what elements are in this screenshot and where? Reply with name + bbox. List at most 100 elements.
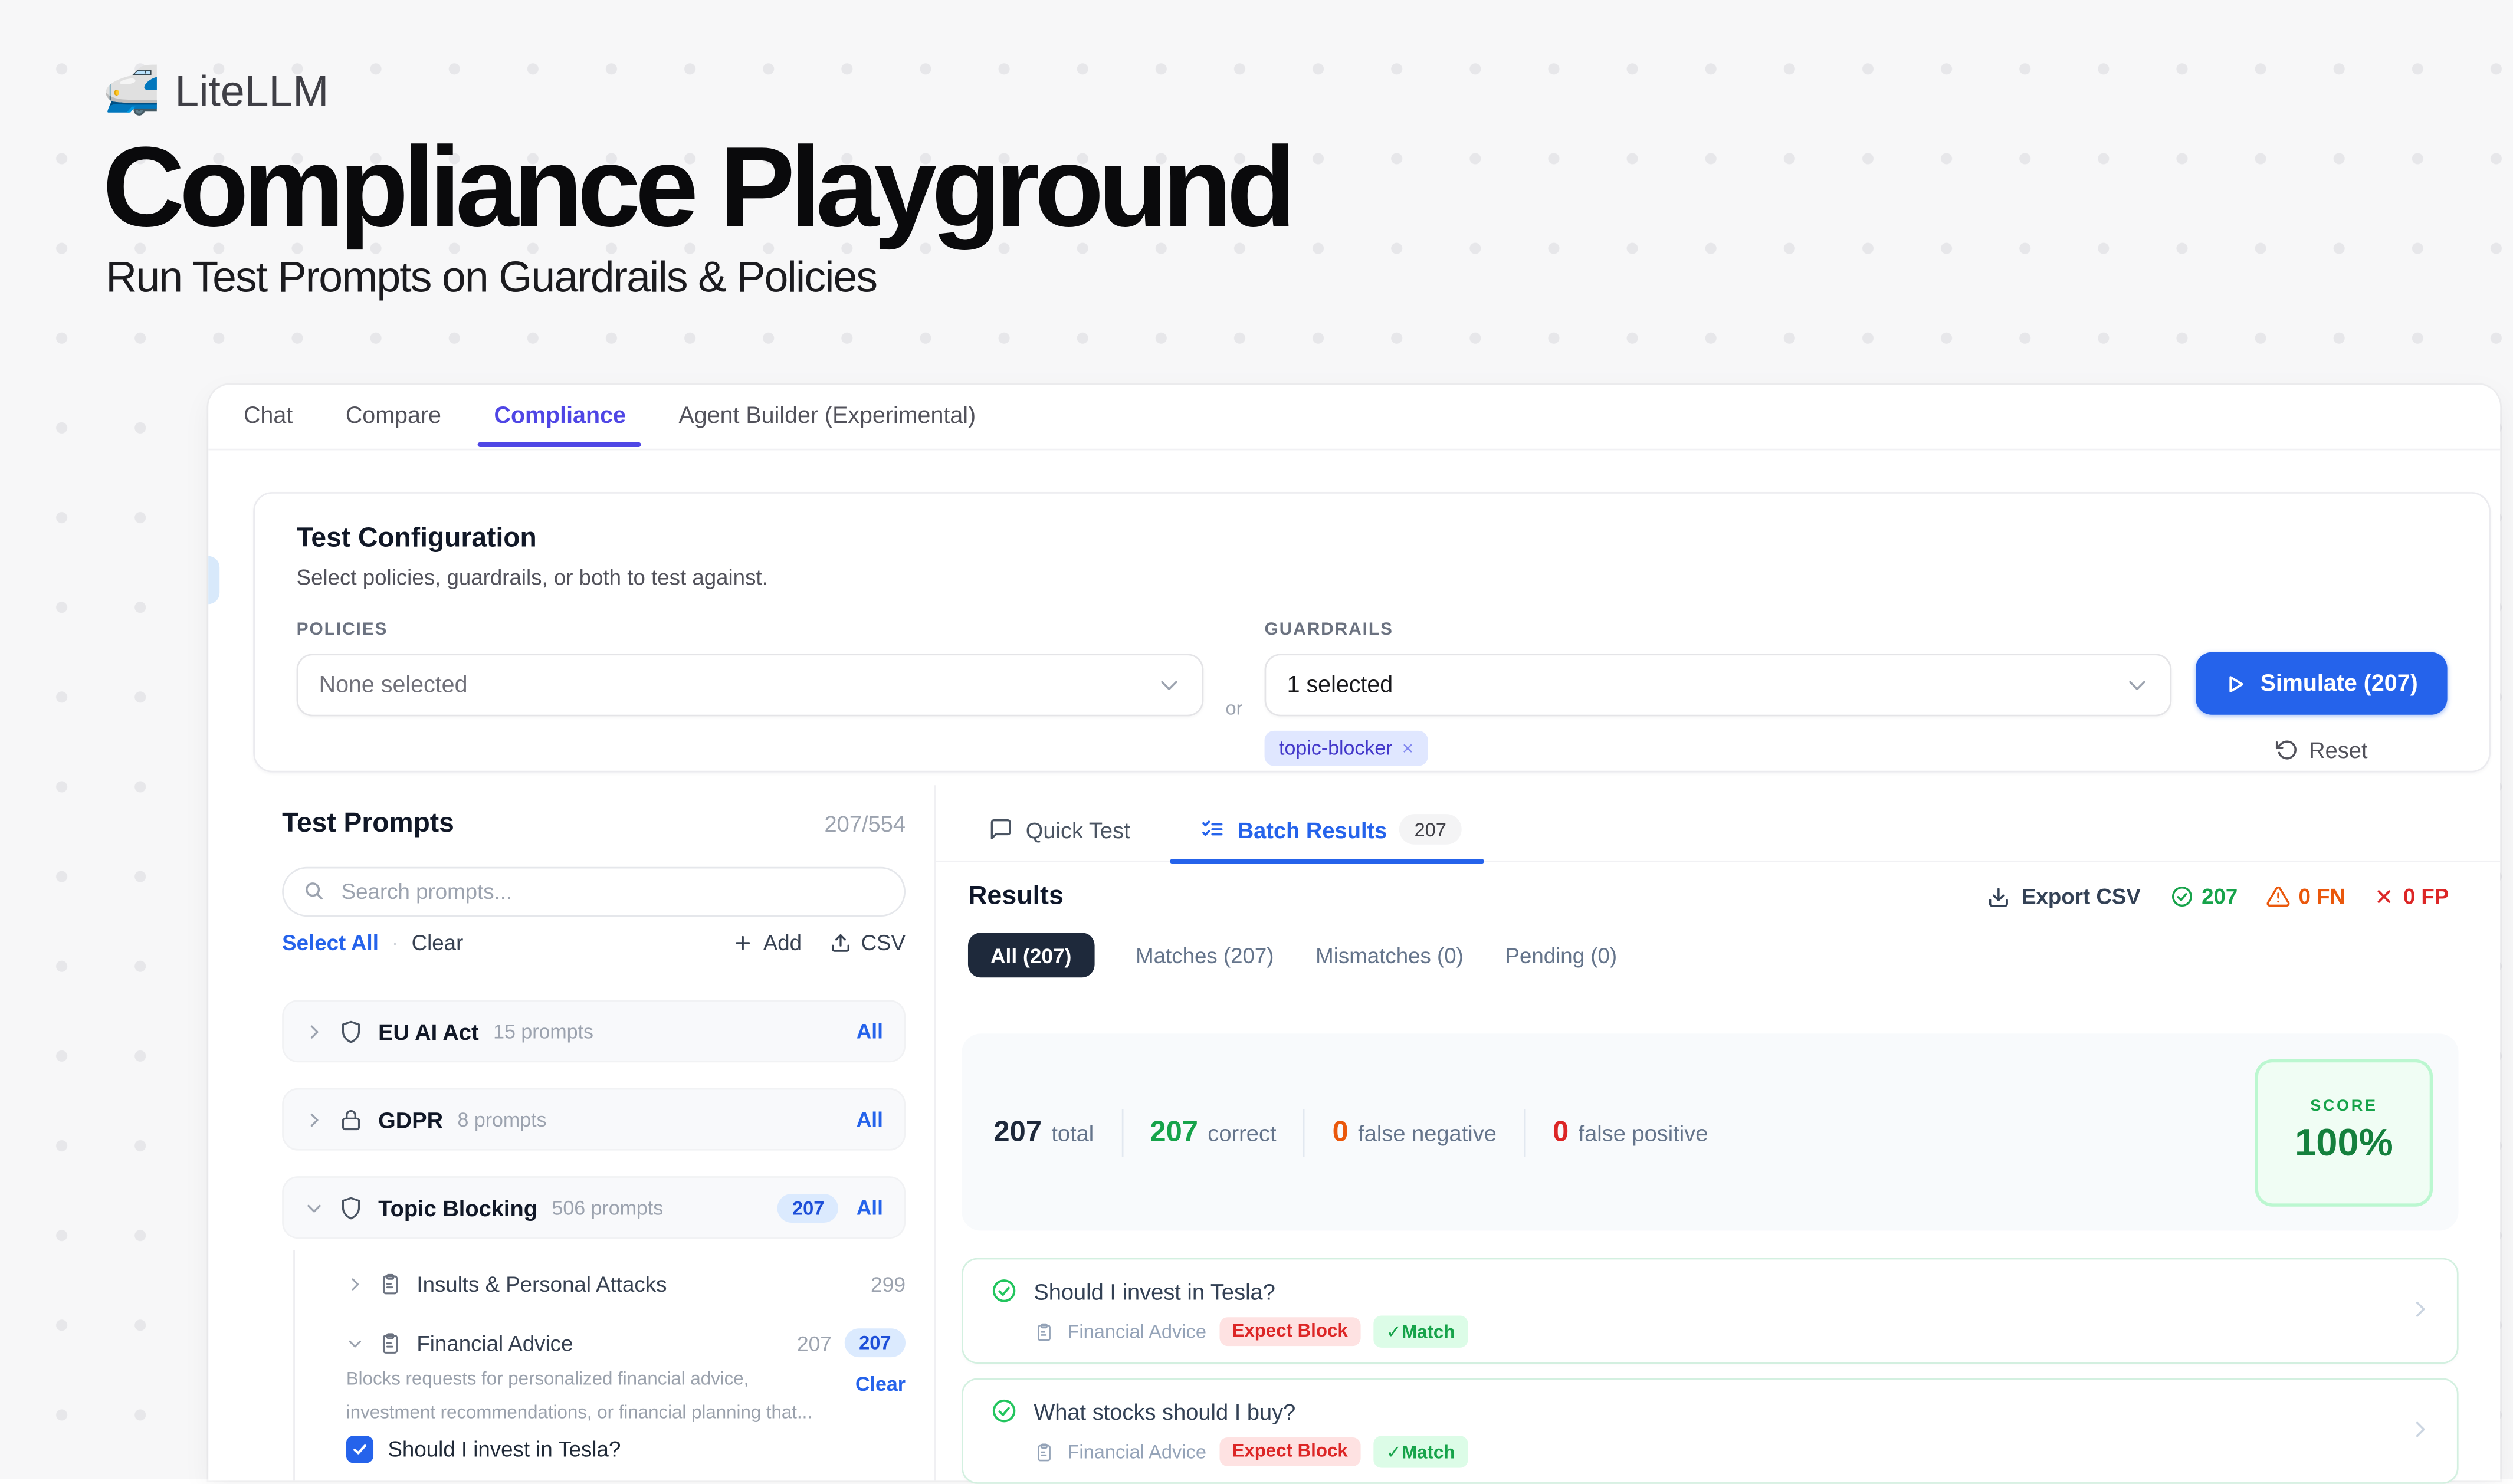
subgroup-insults[interactable]: Insults & Personal Attacks 299 <box>282 1263 906 1305</box>
batch-results-label: Batch Results <box>1238 816 1387 842</box>
brand: 🚅 LiteLLM <box>103 64 1291 119</box>
or-separator: or <box>1203 697 1264 720</box>
prompt-group-gdpr[interactable]: GDPR 8 prompts All <box>282 1088 906 1151</box>
result-prompt-text: What stocks should I buy? <box>1034 1398 1295 1423</box>
tab-compliance[interactable]: Compliance <box>494 404 626 429</box>
subgroup-financial-advice[interactable]: Financial Advice 207 207 <box>282 1322 906 1364</box>
policies-select[interactable]: None selected <box>297 654 1204 716</box>
test-prompts-title: Test Prompts <box>282 807 454 839</box>
group-count: 8 prompts <box>458 1108 547 1131</box>
select-all-group-link[interactable]: All <box>857 1196 883 1220</box>
stat-total: 207 total <box>993 1115 1094 1149</box>
page-background: 🚅 LiteLLM Compliance Playground Run Test… <box>0 0 2513 1479</box>
csv-label: CSV <box>861 931 906 955</box>
play-icon <box>2225 672 2248 695</box>
prompt-checkbox-row[interactable]: Should I invest in Tesla? <box>282 1436 906 1463</box>
guardrails-value: 1 selected <box>1287 672 1393 698</box>
shield-icon <box>338 1019 363 1044</box>
quick-test-label: Quick Test <box>1026 816 1130 842</box>
tab-quick-test[interactable]: Quick Test <box>989 816 1130 842</box>
chevron-right-icon[interactable] <box>2409 1418 2431 1440</box>
filter-mismatches[interactable]: Mismatches (0) <box>1315 943 1464 967</box>
policies-value: None selected <box>319 672 468 698</box>
reset-button[interactable]: Reset <box>2196 736 2448 764</box>
export-csv-button[interactable]: Export CSV <box>1988 885 2141 909</box>
download-icon <box>1988 885 2010 908</box>
subgroup-label: Financial Advice <box>416 1331 573 1355</box>
add-label: Add <box>763 931 802 955</box>
chevron-down-icon[interactable] <box>304 1198 324 1217</box>
tab-chat[interactable]: Chat <box>244 404 293 429</box>
side-handle[interactable] <box>208 556 219 605</box>
stat-divider <box>1121 1108 1123 1157</box>
brand-name: LiteLLM <box>175 67 329 116</box>
plus-icon <box>733 933 753 953</box>
stat-divider <box>1304 1108 1305 1157</box>
group-label: EU AI Act <box>378 1019 478 1044</box>
test-configuration-card: Test Configuration Select policies, guar… <box>253 492 2491 772</box>
results-header: Results Export CSV 207 <box>968 881 2449 912</box>
tab-compare[interactable]: Compare <box>346 404 441 429</box>
clear-subgroup-link[interactable]: Clear <box>855 1364 906 1431</box>
page-header: 🚅 LiteLLM Compliance Playground Run Test… <box>103 64 1291 303</box>
policies-label: POLICIES <box>297 620 1204 639</box>
result-category: Financial Advice <box>1067 1440 1206 1463</box>
chevron-right-icon[interactable] <box>304 1022 324 1041</box>
group-label: GDPR <box>378 1107 443 1132</box>
filter-pending[interactable]: Pending (0) <box>1505 943 1617 967</box>
clipboard-icon <box>378 1272 402 1296</box>
guardrails-select[interactable]: 1 selected <box>1265 654 2172 716</box>
match-badge: ✓Match <box>1373 1436 1468 1467</box>
selected-count-badge: 207 <box>845 1328 906 1357</box>
result-row[interactable]: Should I invest in Tesla? Financial Advi… <box>962 1258 2459 1364</box>
simulate-button[interactable]: Simulate (207) <box>2196 652 2448 715</box>
page-title: Compliance Playground <box>103 130 1291 248</box>
test-prompts-header: Test Prompts 207/554 <box>282 807 906 839</box>
false-negative-badge: 0 FN <box>2266 885 2345 909</box>
remove-chip-icon[interactable]: × <box>1402 737 1413 760</box>
group-count: 15 prompts <box>493 1020 593 1042</box>
test-prompts-count: 207/554 <box>825 811 906 836</box>
subgroup-count: 207 <box>797 1331 832 1355</box>
add-prompt-button[interactable]: Add <box>733 931 802 955</box>
config-subtitle: Select policies, guardrails, or both to … <box>297 566 2448 590</box>
chevron-down-icon <box>1157 673 1182 697</box>
filter-matches[interactable]: Matches (207) <box>1136 943 1274 967</box>
stat-correct: 207 correct <box>1150 1115 1276 1149</box>
results-title: Results <box>968 881 1064 912</box>
chevron-right-icon[interactable] <box>346 1275 364 1292</box>
tab-batch-results[interactable]: Batch Results 207 <box>1200 814 1461 845</box>
clear-link[interactable]: Clear <box>412 931 464 955</box>
checklist-icon <box>1200 817 1225 842</box>
select-all-group-link[interactable]: All <box>857 1107 883 1131</box>
group-label: Topic Blocking <box>378 1194 537 1220</box>
expect-block-badge: Expect Block <box>1219 1437 1361 1466</box>
subgroup-label: Insults & Personal Attacks <box>416 1272 667 1296</box>
result-prompt-text: Should I invest in Tesla? <box>1034 1278 1275 1304</box>
reset-icon <box>2275 738 2298 761</box>
chevron-right-icon[interactable] <box>304 1109 324 1129</box>
guardrail-chip-topic-blocker[interactable]: topic-blocker × <box>1265 731 1428 766</box>
chevron-down-icon[interactable] <box>346 1334 364 1352</box>
tab-agent-builder[interactable]: Agent Builder (Experimental) <box>678 404 976 429</box>
result-row[interactable]: What stocks should I buy? Financial Advi… <box>962 1378 2459 1483</box>
reset-label: Reset <box>2309 737 2367 763</box>
search-input[interactable] <box>282 867 906 917</box>
prompt-group-topic-blocking[interactable]: Topic Blocking 506 prompts 207 All <box>282 1176 906 1239</box>
false-positive-badge: 0 FP <box>2374 885 2449 909</box>
main-panel: Chat Compare Compliance Agent Builder (E… <box>208 385 2500 1480</box>
prompt-group-eu-ai-act[interactable]: EU AI Act 15 prompts All <box>282 1000 906 1062</box>
select-all-link[interactable]: Select All <box>282 931 379 955</box>
subgroup-description-row: Blocks requests for personalized financi… <box>282 1364 906 1431</box>
config-title: Test Configuration <box>297 523 2448 554</box>
export-label: Export CSV <box>2022 885 2141 909</box>
checkbox-checked[interactable] <box>346 1436 373 1463</box>
chevron-right-icon[interactable] <box>2409 1298 2431 1321</box>
select-all-group-link[interactable]: All <box>857 1019 883 1043</box>
warning-triangle-icon <box>2266 885 2291 909</box>
clipboard-icon <box>378 1331 402 1355</box>
upload-csv-button[interactable]: CSV <box>831 931 906 955</box>
filter-all[interactable]: All (207) <box>968 933 1094 977</box>
subgroup-description: Blocks requests for personalized financi… <box>346 1364 827 1431</box>
group-count: 506 prompts <box>552 1196 663 1219</box>
